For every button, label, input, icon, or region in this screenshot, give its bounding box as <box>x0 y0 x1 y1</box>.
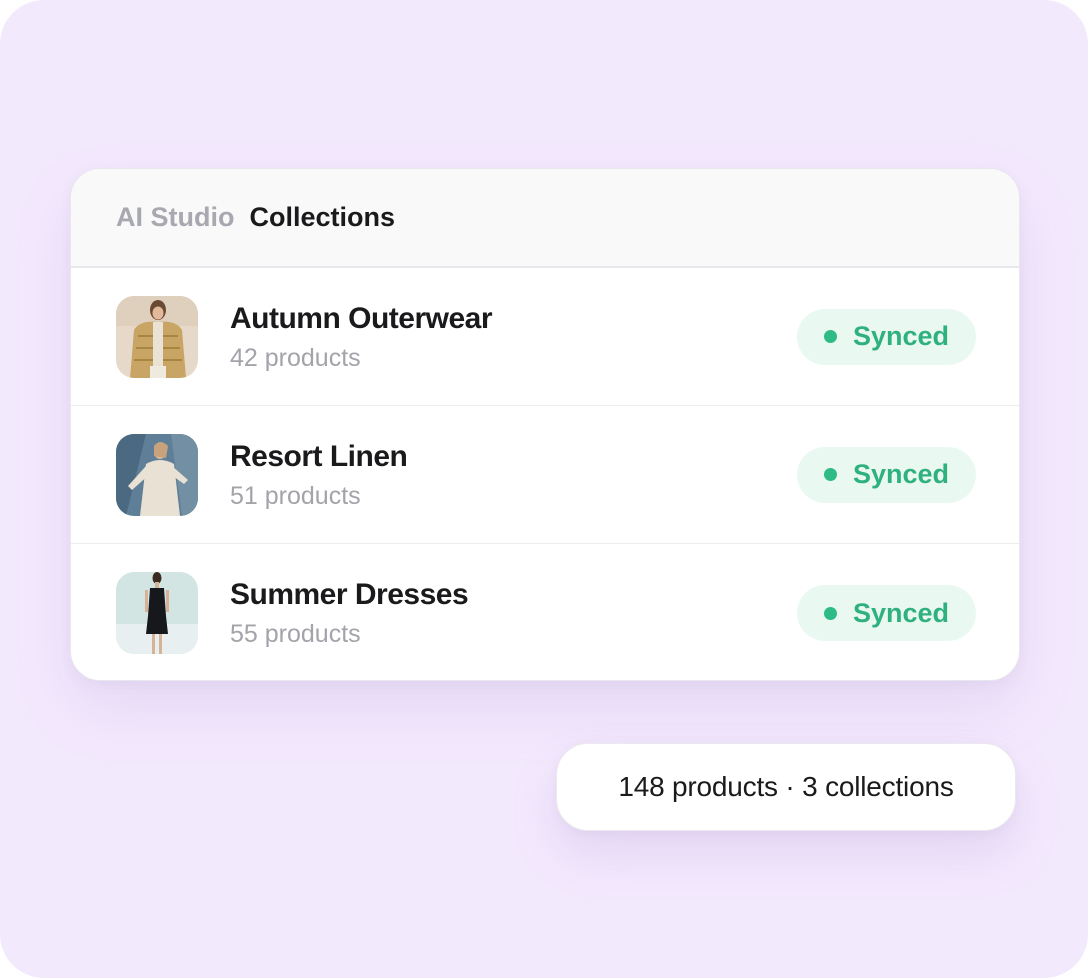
collection-thumbnail <box>116 433 198 516</box>
status-label: Synced <box>852 597 950 628</box>
collection-name: Autumn Outerwear <box>230 301 493 335</box>
page-background: AI Studio Collections Autumn Outerwear 4… <box>0 0 1088 978</box>
card-header: AI Studio Collections <box>71 169 1019 268</box>
product-count: 51 products <box>230 481 361 510</box>
collection-row[interactable]: Autumn Outerwear 42 products Synced <box>71 268 1019 406</box>
collection-thumbnail <box>116 295 198 378</box>
collection-name: Summer Dresses <box>230 578 469 611</box>
collections-card: AI Studio Collections Autumn Outerwear 4… <box>70 168 1020 681</box>
collection-name: Resort Linen <box>230 439 408 473</box>
status-label: Synced <box>852 459 950 489</box>
collection-thumbnail <box>116 572 198 654</box>
status-badge: Synced <box>797 585 976 641</box>
status-dot-icon <box>823 468 837 481</box>
status-dot-icon <box>823 606 837 620</box>
page-title: Collections <box>249 202 396 232</box>
collection-row[interactable]: Resort Linen 51 products Synced <box>71 406 1019 544</box>
status-badge: Synced <box>797 308 976 365</box>
collection-row[interactable]: Summer Dresses 55 products Synced <box>71 544 1019 680</box>
breadcrumb-app-name[interactable]: AI Studio <box>116 202 234 233</box>
summary-text: 148 products · 3 collections <box>618 771 954 802</box>
status-dot-icon <box>823 330 837 343</box>
summary-pill: 148 products · 3 collections <box>556 743 1016 831</box>
status-label: Synced <box>852 321 950 351</box>
product-count: 42 products <box>230 343 361 372</box>
product-count: 55 products <box>230 620 361 648</box>
status-badge: Synced <box>797 446 976 503</box>
